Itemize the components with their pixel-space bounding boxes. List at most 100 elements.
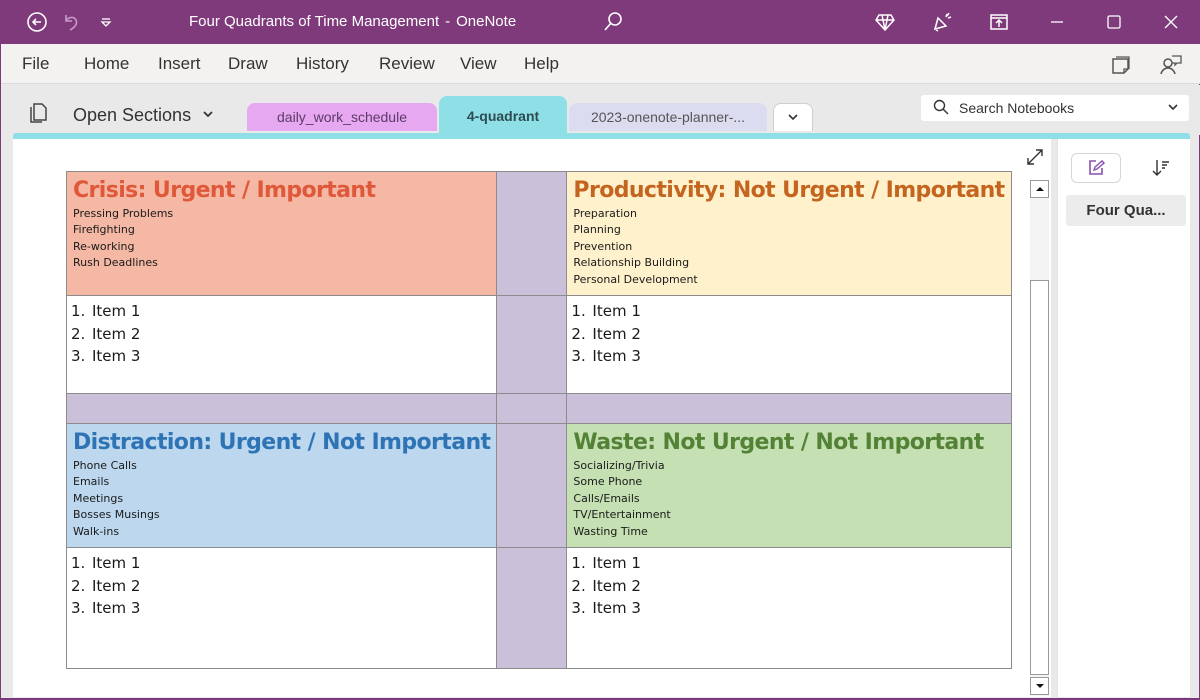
quadrant-line: Socializing/Trivia	[573, 459, 665, 472]
item-number: 1.	[71, 554, 86, 572]
quadrant-line: Calls/Emails	[573, 491, 640, 505]
search-scope-chevron-icon[interactable]	[1167, 100, 1179, 116]
maximize-icon[interactable]	[1102, 10, 1126, 34]
search-notebooks-input[interactable]: Search Notebooks	[921, 95, 1189, 121]
list-item: 3. Item 3	[71, 597, 492, 620]
item-number: 2.	[571, 324, 586, 343]
add-page-button[interactable]	[1071, 153, 1121, 183]
whats-new-megaphone-icon[interactable]	[930, 10, 954, 34]
caret-up-icon	[1035, 187, 1044, 191]
new-page-icon	[1089, 160, 1105, 175]
item-text: Item 3	[592, 347, 641, 365]
search-icon	[933, 99, 949, 118]
quadrant-line: Preparation	[573, 207, 637, 220]
list-item: 2. Item 2	[571, 323, 1006, 346]
scroll-down-button[interactable]	[1030, 677, 1049, 695]
quadrant-waste-list[interactable]: 1. Item 1 2. Item 2 3. Item 3	[566, 547, 1012, 669]
quadrant-line: Prevention	[573, 239, 633, 253]
menu-view[interactable]: View	[460, 54, 497, 74]
quadrant-line: Personal Development	[573, 272, 698, 286]
quadrant-line: Meetings	[73, 491, 124, 505]
menu-file[interactable]: File	[22, 54, 49, 74]
quadrant-crisis-list[interactable]: 1. Item 1 2. Item 2 3. Item 3	[65, 295, 498, 394]
quadrant-line: Wasting Time	[573, 524, 648, 538]
item-text: Item 2	[92, 324, 141, 343]
section-tab-daily-work-schedule[interactable]: daily_work_schedule	[247, 103, 437, 131]
section-tab-onenote-planner[interactable]: 2023-onenote-planner-...	[569, 103, 767, 131]
item-text: Item 1	[92, 302, 141, 320]
list-item: 3. Item 3	[571, 597, 1006, 620]
open-sections-button[interactable]: Open Sections	[27, 101, 215, 130]
divider-column	[496, 295, 568, 394]
divider-cell	[566, 393, 1012, 424]
item-text: Item 2	[592, 576, 641, 595]
quadrant-distraction-list[interactable]: 1. Item 1 2. Item 2 3. Item 3	[65, 547, 498, 669]
quadrant-title: Distraction: Urgent / Not Important	[73, 430, 491, 455]
sort-pages-button[interactable]	[1149, 156, 1173, 180]
quadrant-title: Crisis: Urgent / Important	[73, 178, 376, 203]
divider-cell	[65, 393, 498, 424]
quadrant-line: Some Phone	[573, 475, 643, 489]
quadrant-line: Re-working	[73, 239, 135, 253]
search-icon[interactable]	[601, 10, 625, 34]
item-number: 2.	[71, 324, 86, 343]
customize-qat-icon[interactable]	[94, 10, 118, 34]
scrollbar-thumb[interactable]	[1030, 280, 1049, 675]
item-text: Item 1	[592, 302, 641, 320]
divider-column	[496, 171, 568, 296]
quadrant-line: Emails	[73, 475, 110, 489]
share-people-icon[interactable]	[1158, 52, 1184, 78]
quadrant-waste-header[interactable]: Waste: Not Urgent / Not Important Social…	[566, 423, 1012, 548]
item-number: 2.	[71, 576, 86, 595]
page-list-item[interactable]: Four Qua...	[1066, 195, 1186, 226]
quadrant-line: Pressing Problems	[73, 207, 174, 220]
menu-home[interactable]: Home	[84, 54, 129, 74]
close-icon[interactable]	[1159, 10, 1183, 34]
quadrant-productivity-header[interactable]: Productivity: Not Urgent / Important Pre…	[566, 171, 1012, 296]
divider-cell	[496, 393, 568, 424]
undo-icon[interactable]	[59, 10, 83, 34]
item-number: 3.	[571, 599, 586, 617]
scroll-up-button[interactable]	[1030, 180, 1049, 198]
caret-down-icon	[1035, 684, 1044, 688]
quadrant-line: Phone Calls	[73, 459, 137, 472]
quadrant-distraction-header[interactable]: Distraction: Urgent / Not Important Phon…	[65, 423, 498, 548]
vertical-scrollbar[interactable]	[1030, 180, 1049, 696]
menu-history[interactable]: History	[296, 54, 349, 74]
sort-icon	[1152, 160, 1169, 176]
item-text: Item 3	[92, 347, 141, 365]
app-name: OneNote	[456, 13, 517, 30]
notebook-pages-icon	[27, 101, 49, 130]
list-item: 2. Item 2	[71, 575, 492, 598]
list-item: 3. Item 3	[571, 345, 1006, 368]
menu-review[interactable]: Review	[379, 54, 435, 74]
item-text: Item 3	[92, 599, 141, 617]
more-sections-button[interactable]	[773, 103, 813, 131]
quadrant-crisis-header[interactable]: Crisis: Urgent / Important Pressing Prob…	[65, 171, 498, 296]
section-tab-4-quadrant[interactable]: 4-quadrant	[439, 96, 567, 136]
minimize-icon[interactable]	[1045, 10, 1069, 34]
menu-help[interactable]: Help	[524, 54, 559, 74]
quadrant-line: TV/Entertainment	[573, 508, 671, 522]
full-page-view-icon[interactable]	[1025, 147, 1045, 167]
item-text: Item 2	[92, 576, 141, 595]
item-text: Item 2	[592, 324, 641, 343]
list-item: 2. Item 2	[571, 575, 1006, 598]
ribbon-tabs: File Home Insert Draw History Review Vie…	[1, 44, 1200, 84]
window-title: Four Quadrants of Time Management - OneNot…	[189, 13, 516, 30]
item-text: Item 1	[92, 554, 141, 572]
back-icon[interactable]	[25, 10, 49, 34]
quadrant-productivity-list[interactable]: 1. Item 1 2. Item 2 3. Item 3	[566, 295, 1012, 394]
sticky-notes-icon[interactable]	[1107, 52, 1133, 78]
quadrant-line: Firefighting	[73, 223, 135, 237]
premium-diamond-icon[interactable]	[873, 10, 897, 34]
divider-row	[65, 393, 1012, 424]
ribbon-display-icon[interactable]	[987, 10, 1011, 34]
search-placeholder: Search Notebooks	[959, 100, 1075, 116]
quadrant-line: Relationship Building	[573, 256, 690, 270]
divider-column	[496, 547, 568, 669]
menu-insert[interactable]: Insert	[158, 54, 201, 74]
chevron-down-icon	[787, 110, 799, 126]
menu-draw[interactable]: Draw	[228, 54, 268, 74]
document-title: Four Quadrants of Time Management	[189, 13, 440, 30]
